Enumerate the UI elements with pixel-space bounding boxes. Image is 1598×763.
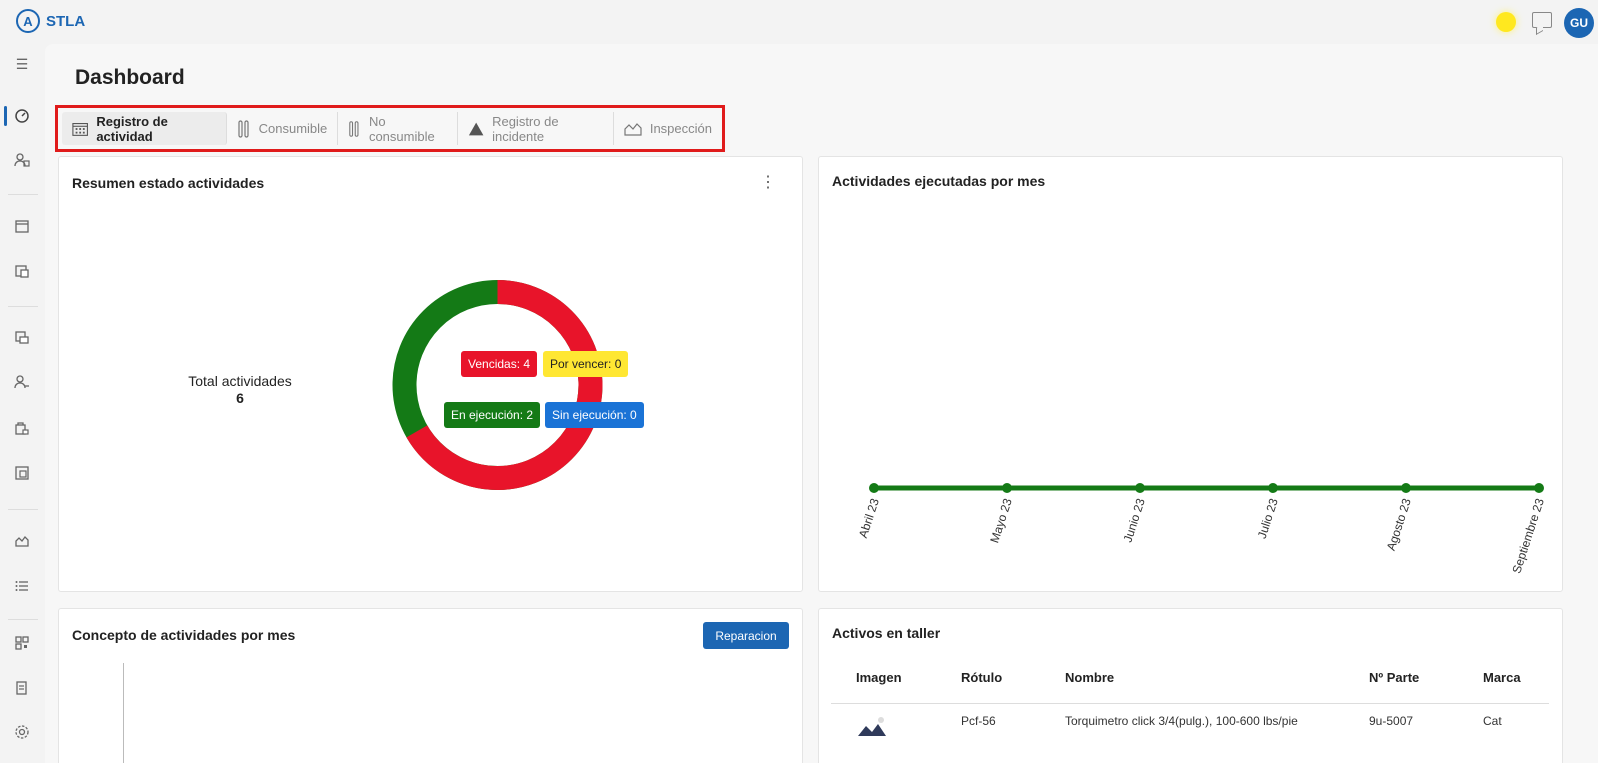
badge-por-vencer: Por vencer: 0 xyxy=(543,351,629,377)
sidebar-divider xyxy=(8,619,38,620)
column-header-nombre[interactable]: Nombre xyxy=(1040,653,1344,704)
tab-registro-incidente[interactable]: Registro de incidente xyxy=(458,112,614,145)
sidebar-item-settings-icon[interactable] xyxy=(10,720,34,744)
sidebar-item-vehicles-icon[interactable] xyxy=(10,326,34,350)
column-header-marca[interactable]: Marca xyxy=(1458,653,1549,704)
data-point[interactable] xyxy=(1268,483,1278,493)
badge-vencidas: Vencidas: 4 xyxy=(461,351,538,377)
chat-icon[interactable] xyxy=(1532,12,1552,28)
sidebar-item-qr-icon[interactable] xyxy=(10,631,34,655)
app-logo[interactable]: A STLA xyxy=(16,9,85,33)
column-header-imagen[interactable]: Imagen xyxy=(831,653,936,704)
asset-nombre: Torquimetro click 3/4(pulg.), 100-600 lb… xyxy=(1065,713,1298,728)
tab-no-consumible[interactable]: No consumible xyxy=(338,112,458,145)
x-tick-label: Agosto 23 xyxy=(1384,496,1414,552)
x-tick-label: Junio 23 xyxy=(1121,496,1148,544)
asset-marca: Cat xyxy=(1483,713,1502,728)
card-title: Resumen estado actividades xyxy=(72,175,265,191)
x-tick-label: Julio 23 xyxy=(1255,496,1281,540)
data-point[interactable] xyxy=(1002,483,1012,493)
monthly-line-chart: Abril 23 Mayo 23 Junio 23 Julio 23 Agosto 23… xyxy=(856,483,1547,575)
reparacion-button[interactable]: Reparacion xyxy=(703,622,789,649)
sidebar-item-documents-icon[interactable] xyxy=(10,259,34,283)
logo-icon: A xyxy=(16,9,40,33)
tab-label: Inspección xyxy=(649,121,712,136)
table-header-row: Imagen Rótulo Nombre Nº Parte Marca xyxy=(831,653,1549,704)
monthly-activities-card: Actividades ejecutadas por mes Abril 23 M… xyxy=(818,156,1563,592)
data-point[interactable] xyxy=(869,483,879,493)
data-point[interactable] xyxy=(1534,483,1544,493)
inspection-icon xyxy=(624,122,642,136)
tab-label: Registro de incidente xyxy=(492,113,559,144)
asset-rotulo: Pcf-56 xyxy=(961,713,996,728)
asset-parte: 9u-5007 xyxy=(1369,713,1414,728)
tab-registro-actividad[interactable]: Registro de actividad xyxy=(62,112,227,145)
status-summary-card: Resumen estado actividades ⋮ Total activ… xyxy=(58,156,803,592)
x-tick-label: Abril 23 xyxy=(856,496,882,539)
card-title: Activos en taller xyxy=(832,625,941,641)
theme-sun-icon[interactable] xyxy=(1496,12,1516,32)
data-point[interactable] xyxy=(1401,483,1411,493)
x-tick-label: Septiembre 23 xyxy=(1509,496,1547,575)
chart-axis-line xyxy=(123,663,124,763)
sidebar-active-indicator xyxy=(4,106,7,126)
more-options-icon[interactable]: ⋮ xyxy=(760,175,776,191)
tab-label: Registro de actividad xyxy=(96,113,168,144)
sidebar-divider xyxy=(8,306,38,307)
dashboard-tabs: Registro de actividad Consumible No cons… xyxy=(55,105,725,152)
sidebar-divider xyxy=(8,194,38,195)
warning-icon xyxy=(468,122,484,135)
column-header-rotulo[interactable]: Rótulo xyxy=(936,653,1040,704)
tools-icon xyxy=(238,119,249,138)
tab-consumible[interactable]: Consumible xyxy=(227,112,339,145)
asset-image-cell xyxy=(831,703,936,743)
tab-label: No consumible xyxy=(368,113,435,144)
assets-table: Imagen Rótulo Nombre Nº Parte Marca Pcf-… xyxy=(831,653,1549,743)
column-header-parte[interactable]: Nº Parte xyxy=(1344,653,1458,704)
x-tick-label: Mayo 23 xyxy=(987,496,1015,544)
concept-activities-card: Concepto de actividades por mes Reparaci… xyxy=(58,608,803,763)
sidebar-item-users-icon[interactable] xyxy=(10,148,34,172)
tools-icon xyxy=(349,120,359,137)
donut-center-label: Total actividades xyxy=(188,373,292,389)
sidebar-item-inspection-icon[interactable] xyxy=(10,529,34,553)
table-row[interactable]: Pcf-56 Torquimetro click 3/4(pulg.), 100… xyxy=(831,703,1549,743)
sidebar-item-personnel-icon[interactable] xyxy=(10,370,34,394)
page-title: Dashboard xyxy=(75,66,185,89)
menu-icon[interactable]: ☰ xyxy=(10,52,34,76)
user-avatar[interactable]: GU xyxy=(1564,8,1594,38)
app-name: STLA xyxy=(46,12,86,30)
tab-label: Consumible xyxy=(258,121,328,136)
sidebar-divider xyxy=(8,509,38,510)
calendar-icon xyxy=(72,122,88,136)
donut-center-total: 6 xyxy=(236,390,244,406)
assets-in-workshop-card: Activos en taller Imagen Rótulo Nombre N… xyxy=(818,608,1563,763)
sidebar-item-inventory-icon[interactable] xyxy=(10,416,34,440)
sidebar: ☰ xyxy=(0,44,44,763)
sidebar-item-reports-icon[interactable] xyxy=(10,461,34,485)
tab-inspeccion[interactable]: Inspección xyxy=(614,112,722,145)
sidebar-item-calendar-icon[interactable] xyxy=(10,214,34,238)
image-placeholder-icon xyxy=(856,713,888,740)
badge-sin-ejecucion: Sin ejecución: 0 xyxy=(545,402,644,428)
sidebar-item-forms-icon[interactable] xyxy=(10,676,34,700)
sidebar-item-list-icon[interactable] xyxy=(10,574,34,598)
main-content: Dashboard Registro de actividad Consumib… xyxy=(45,44,1598,763)
top-bar: A STLA GU xyxy=(0,0,1598,44)
card-title: Concepto de actividades por mes xyxy=(72,627,296,643)
sidebar-item-dashboard-icon[interactable] xyxy=(10,104,34,128)
data-point[interactable] xyxy=(1135,483,1145,493)
badge-en-ejecucion: En ejecución: 2 xyxy=(444,402,541,428)
